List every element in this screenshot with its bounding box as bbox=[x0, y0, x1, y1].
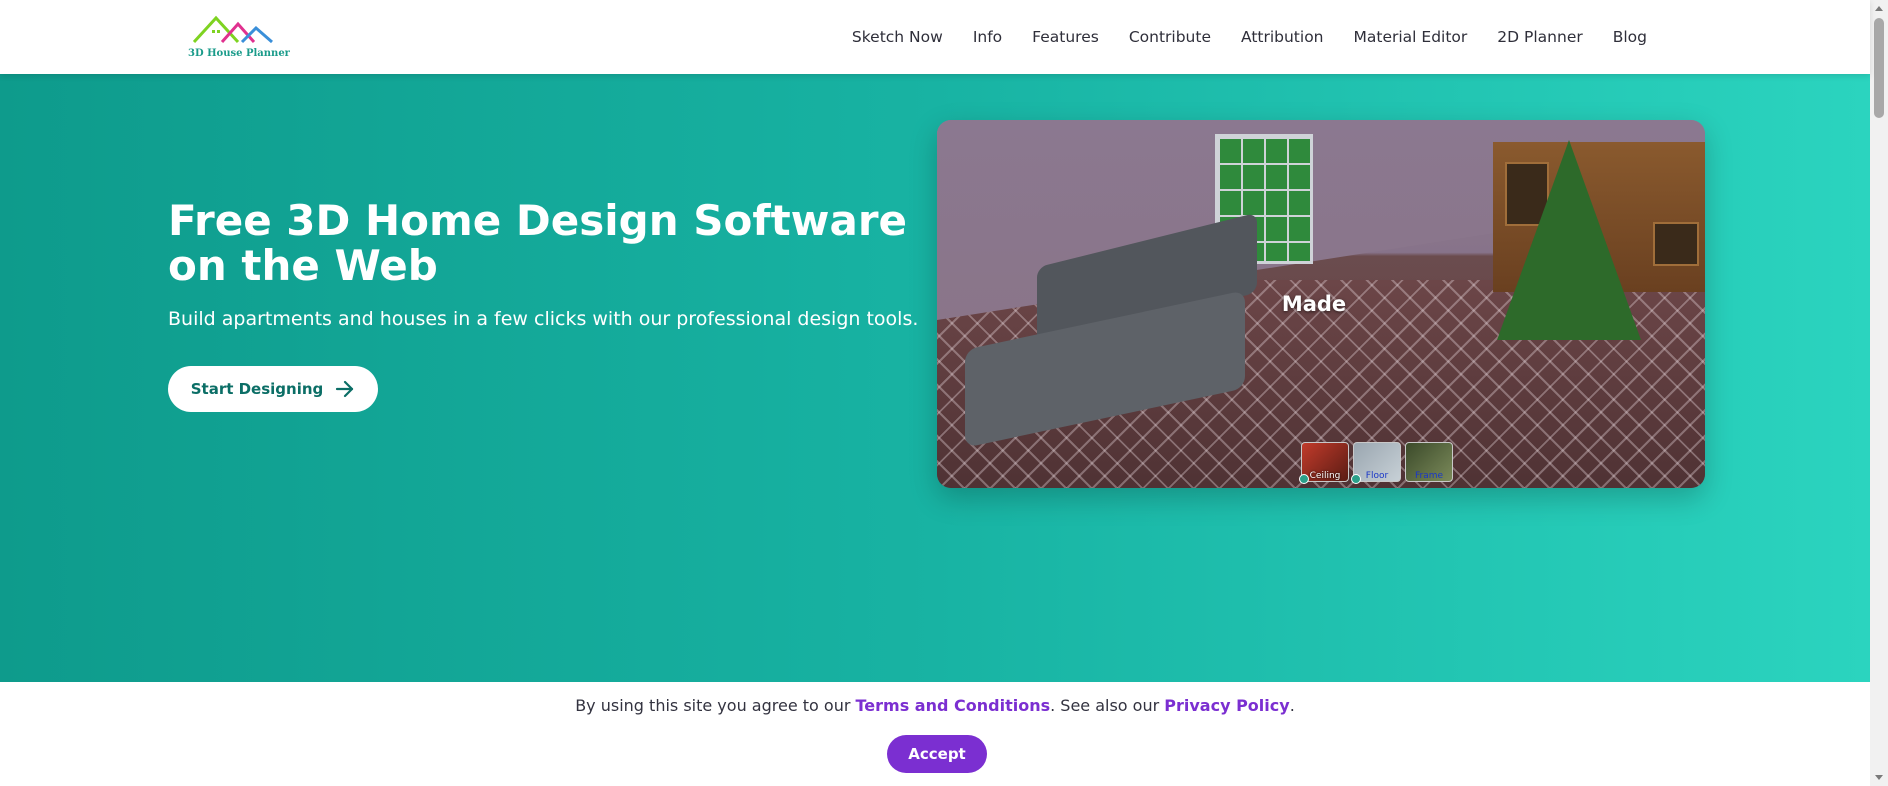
hero-title: Free 3D Home Design Software on the Web bbox=[168, 196, 908, 290]
cookie-banner: By using this site you agree to our Term… bbox=[0, 682, 1870, 786]
nav-info[interactable]: Info bbox=[958, 28, 1017, 46]
nav-contribute[interactable]: Contribute bbox=[1114, 28, 1226, 46]
main-nav: Sketch Now Info Features Contribute Attr… bbox=[837, 0, 1662, 74]
house-logo-icon bbox=[192, 15, 273, 44]
scroll-up-icon[interactable] bbox=[1875, 6, 1883, 11]
thumbnail-floor: Floor bbox=[1351, 442, 1401, 484]
hero-section: Free 3D Home Design Software on the Web … bbox=[0, 74, 1870, 682]
site-header: 3D House Planner Sketch Now Info Feature… bbox=[0, 0, 1870, 74]
privacy-link[interactable]: Privacy Policy bbox=[1164, 696, 1289, 715]
nav-sketch-now[interactable]: Sketch Now bbox=[837, 28, 958, 46]
logo-text: 3D House Planner bbox=[188, 48, 290, 59]
page-scrollbar[interactable] bbox=[1870, 0, 1888, 786]
thumbnail-dot bbox=[1299, 474, 1309, 484]
terms-link[interactable]: Terms and Conditions bbox=[856, 696, 1051, 715]
start-designing-button[interactable]: Start Designing bbox=[168, 366, 378, 412]
thumbnail-frame: Frame bbox=[1405, 442, 1453, 482]
nav-blog[interactable]: Blog bbox=[1598, 28, 1662, 46]
nav-attribution[interactable]: Attribution bbox=[1226, 28, 1339, 46]
nav-features[interactable]: Features bbox=[1017, 28, 1114, 46]
thumbnail-label: Ceiling bbox=[1309, 471, 1341, 481]
cookie-text-part: . bbox=[1289, 696, 1295, 715]
preview-overlay-text: Made bbox=[1281, 292, 1347, 316]
cookie-text-part: . See also our bbox=[1050, 696, 1165, 715]
preview-material-thumbnails: Ceiling Floor Frame bbox=[1299, 442, 1453, 484]
thumbnail-dot bbox=[1351, 474, 1361, 484]
site-logo[interactable]: 3D House Planner bbox=[188, 12, 290, 62]
thumbnail-label: Floor bbox=[1365, 471, 1389, 481]
accept-cookies-button[interactable]: Accept bbox=[887, 735, 987, 773]
start-designing-label: Start Designing bbox=[190, 380, 324, 398]
nav-2d-planner[interactable]: 2D Planner bbox=[1482, 28, 1597, 46]
scrollbar-thumb[interactable] bbox=[1874, 18, 1884, 118]
nav-material-editor[interactable]: Material Editor bbox=[1339, 28, 1483, 46]
arrow-right-icon bbox=[336, 380, 354, 398]
scroll-down-icon[interactable] bbox=[1875, 775, 1883, 780]
hero-subtitle: Build apartments and houses in a few cli… bbox=[168, 308, 919, 330]
thumbnail-label: Frame bbox=[1414, 471, 1444, 481]
thumbnail-ceiling: Ceiling bbox=[1299, 442, 1349, 484]
cookie-text-part: By using this site you agree to our bbox=[575, 696, 856, 715]
app-preview-image: Made Ceiling Floor Frame bbox=[937, 120, 1705, 488]
cookie-notice-text: By using this site you agree to our Term… bbox=[0, 696, 1870, 715]
